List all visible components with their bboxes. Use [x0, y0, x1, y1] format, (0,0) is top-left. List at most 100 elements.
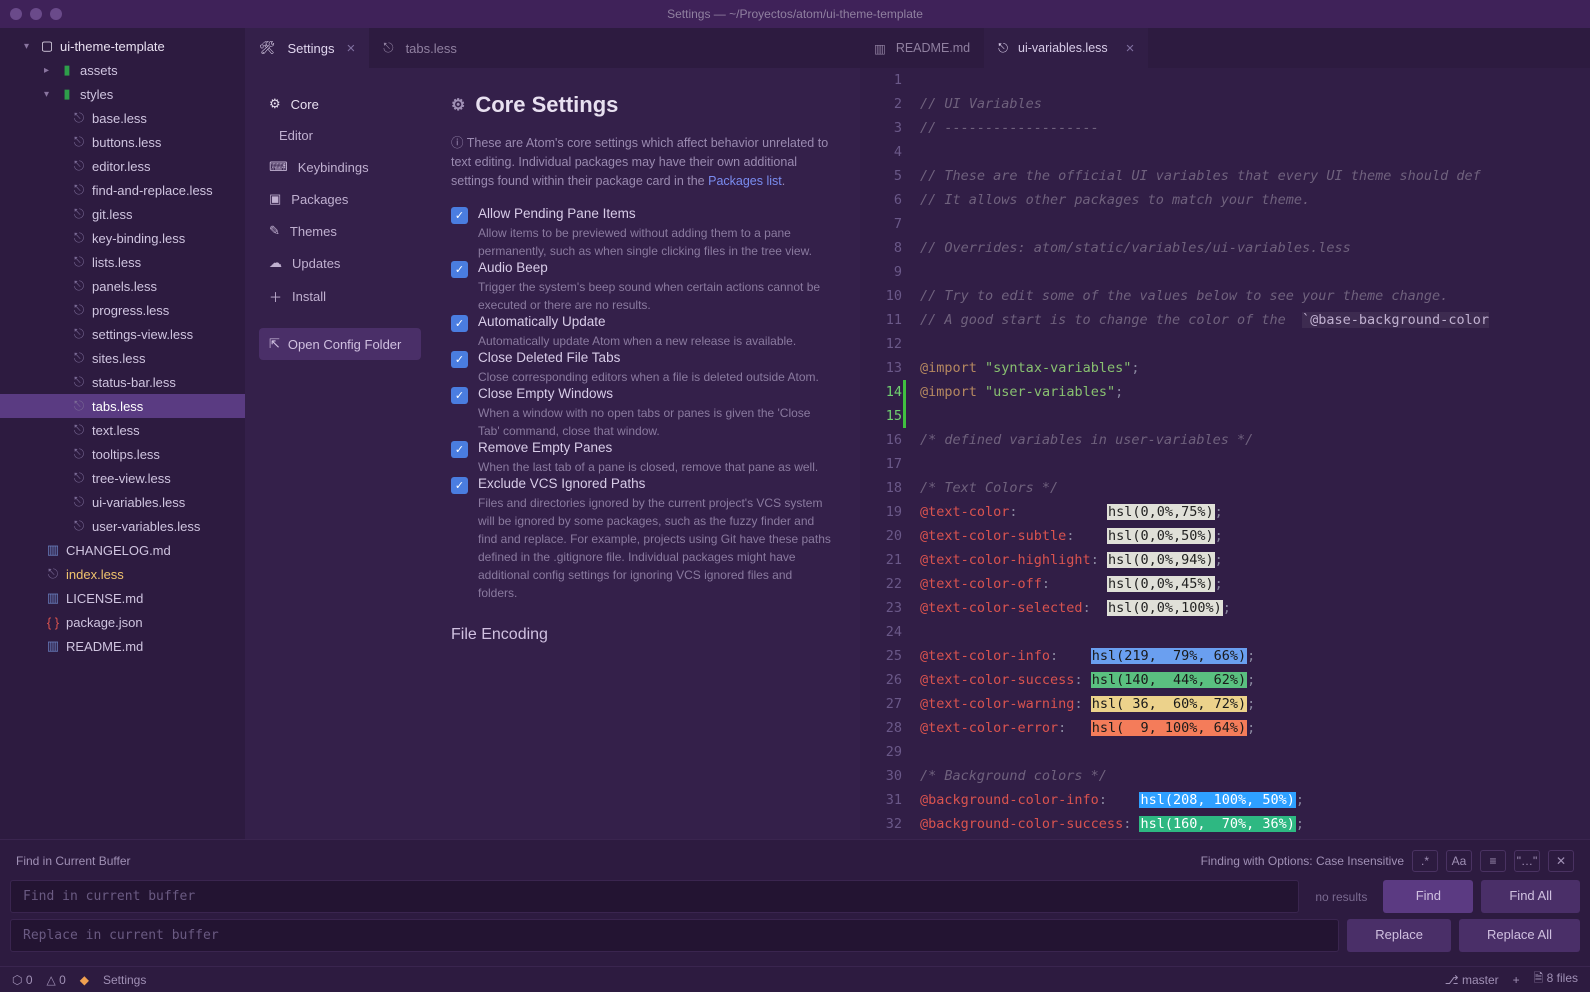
setting-item: ✓ Close Empty Windows When a window with…	[451, 386, 832, 440]
project-root[interactable]: ▾ ▢ ui-theme-template	[0, 34, 245, 58]
close-icon[interactable]: ×	[1126, 40, 1135, 57]
tree-file[interactable]: ⎋status-bar.less	[0, 370, 245, 394]
tree-file[interactable]: ⎋user-variables.less	[0, 514, 245, 538]
sliders-icon: ⚙	[269, 96, 281, 112]
tree-file[interactable]: ⎋sites.less	[0, 346, 245, 370]
find-options-label: Finding with Options: Case Insensitive	[1201, 854, 1404, 868]
less-file-icon: ⎋	[70, 326, 88, 342]
tab[interactable]: ⎋ui-variables.less×	[984, 28, 1148, 68]
regex-option[interactable]: .*	[1412, 850, 1438, 872]
tree-folder[interactable]: ▸▮assets	[0, 58, 245, 82]
package-icon: ▣	[269, 191, 281, 207]
less-file-icon: ⎋	[70, 134, 88, 150]
find-button[interactable]: Find	[1383, 880, 1473, 913]
tree-view[interactable]: ▾ ▢ ui-theme-template ▸▮assets▾▮styles ⎋…	[0, 28, 245, 839]
close-find-panel[interactable]: ✕	[1548, 850, 1574, 872]
packages-list-link[interactable]: Packages list	[708, 174, 782, 188]
tree-file[interactable]: ⎋buttons.less	[0, 130, 245, 154]
setting-heading: File Encoding	[451, 626, 832, 644]
tree-file[interactable]: ⎋editor.less	[0, 154, 245, 178]
close-icon[interactable]: ×	[347, 40, 356, 57]
setting-item: ✓ Exclude VCS Ignored Paths Files and di…	[451, 476, 832, 602]
deprecation-count[interactable]: ⬡ 0	[12, 973, 33, 987]
less-file-icon: ⎋	[998, 41, 1008, 56]
find-input[interactable]	[10, 880, 1299, 913]
tree-file[interactable]: ⎋git.less	[0, 202, 245, 226]
grammar-label[interactable]: Settings	[103, 973, 146, 987]
tab[interactable]: ⎋tabs.less	[369, 28, 471, 68]
editor[interactable]: 1234567891011121314151617181920212223242…	[860, 68, 1590, 839]
less-file-icon: ⎋	[70, 206, 88, 222]
git-diff[interactable]: +	[1513, 973, 1520, 987]
tree-file[interactable]: ⎋progress.less	[0, 298, 245, 322]
checkbox[interactable]: ✓	[451, 351, 468, 368]
replace-button[interactable]: Replace	[1347, 919, 1451, 952]
setting-label: Close Empty Windows	[478, 386, 832, 401]
case-option[interactable]: Aa	[1446, 850, 1472, 872]
keyboard-icon: ⌨	[269, 159, 288, 175]
tree-file[interactable]: ▥LICENSE.md	[0, 586, 245, 610]
setting-item: ✓ Audio Beep Trigger the system's beep s…	[451, 260, 832, 314]
less-file-icon: ⎋	[70, 398, 88, 414]
tab[interactable]: 🛠Settings×	[245, 28, 369, 68]
tree-file[interactable]: ⎋text.less	[0, 418, 245, 442]
checkbox[interactable]: ✓	[451, 387, 468, 404]
tree-file[interactable]: ⎋ui-variables.less	[0, 490, 245, 514]
find-header-label: Find in Current Buffer	[16, 854, 131, 868]
tree-file[interactable]: ⎋index.less	[0, 562, 245, 586]
git-files[interactable]: 🗎 8 files	[1534, 969, 1578, 990]
less-file-icon: ⎋	[70, 302, 88, 318]
open-config-folder-button[interactable]: ⇱ Open Config Folder	[259, 328, 421, 360]
tree-file[interactable]: ⎋base.less	[0, 106, 245, 130]
checkbox[interactable]: ✓	[451, 261, 468, 278]
tree-file[interactable]: ⎋settings-view.less	[0, 322, 245, 346]
tree-file[interactable]: ⎋key-binding.less	[0, 226, 245, 250]
whole-word-option[interactable]: "…"	[1514, 850, 1540, 872]
link-external-icon: ⇱	[269, 336, 280, 352]
less-file-icon: ⎋	[70, 230, 88, 246]
setting-item: ✓ Remove Empty Panes When the last tab o…	[451, 440, 832, 476]
status-bar: ⬡ 0 △ 0 ◆ Settings ⎇ master + 🗎 8 files	[0, 966, 1590, 992]
tree-file[interactable]: ⎋lists.less	[0, 250, 245, 274]
settings-nav-item[interactable]: ⚙Core	[259, 88, 421, 120]
settings-nav-item[interactable]: ☁Updates	[259, 247, 421, 279]
window-title: Settings — ~/Proyectos/atom/ui-theme-tem…	[0, 7, 1590, 21]
tree-file[interactable]: ⎋panels.less	[0, 274, 245, 298]
checkbox[interactable]: ✓	[451, 315, 468, 332]
checkbox[interactable]: ✓	[451, 477, 468, 494]
less-file-icon: ⎋	[70, 374, 88, 390]
tree-file[interactable]: ⎋find-and-replace.less	[0, 178, 245, 202]
settings-nav-item[interactable]: ⌨Keybindings	[259, 151, 421, 183]
settings-nav-item[interactable]: Editor	[259, 120, 421, 151]
settings-nav-item[interactable]: ▣Packages	[259, 183, 421, 215]
less-file-icon: ⎋	[44, 566, 62, 582]
tree-file[interactable]: ▥CHANGELOG.md	[0, 538, 245, 562]
code[interactable]: // UI Variables// ------------------- //…	[916, 68, 1590, 839]
replace-all-button[interactable]: Replace All	[1459, 919, 1580, 952]
selection-option[interactable]: ≡	[1480, 850, 1506, 872]
md-file-icon: ▥	[44, 638, 62, 654]
replace-input[interactable]	[10, 919, 1339, 952]
tab[interactable]: ▥README.md	[860, 28, 984, 68]
setting-description: Allow items to be previewed without addi…	[478, 224, 832, 260]
settings-nav-item[interactable]: ✎Themes	[259, 215, 421, 247]
setting-label: Exclude VCS Ignored Paths	[478, 476, 832, 491]
tree-folder[interactable]: ▾▮styles	[0, 82, 245, 106]
setting-item: ✓ Allow Pending Pane Items Allow items t…	[451, 206, 832, 260]
tree-file[interactable]: ▥README.md	[0, 634, 245, 658]
git-branch[interactable]: ⎇ master	[1445, 973, 1499, 987]
tree-file[interactable]: ⎋tree-view.less	[0, 466, 245, 490]
tree-file[interactable]: { }package.json	[0, 610, 245, 634]
tree-file[interactable]: ⎋tabs.less	[0, 394, 245, 418]
checkbox[interactable]: ✓	[451, 441, 468, 458]
setting-description: Automatically update Atom when a new rel…	[478, 332, 832, 350]
less-file-icon: ⎋	[70, 158, 88, 174]
settings-nav-item[interactable]: ＋Install	[259, 279, 421, 314]
less-file-icon: ⎋	[70, 254, 88, 270]
find-all-button[interactable]: Find All	[1481, 880, 1580, 913]
tree-file[interactable]: ⎋tooltips.less	[0, 442, 245, 466]
checkbox[interactable]: ✓	[451, 207, 468, 224]
settings-content[interactable]: ⚙ Core Settings ⓘ These are Atom's core …	[435, 68, 860, 839]
error-count[interactable]: △ 0	[47, 973, 66, 987]
setting-description: Close corresponding editors when a file …	[478, 368, 832, 386]
